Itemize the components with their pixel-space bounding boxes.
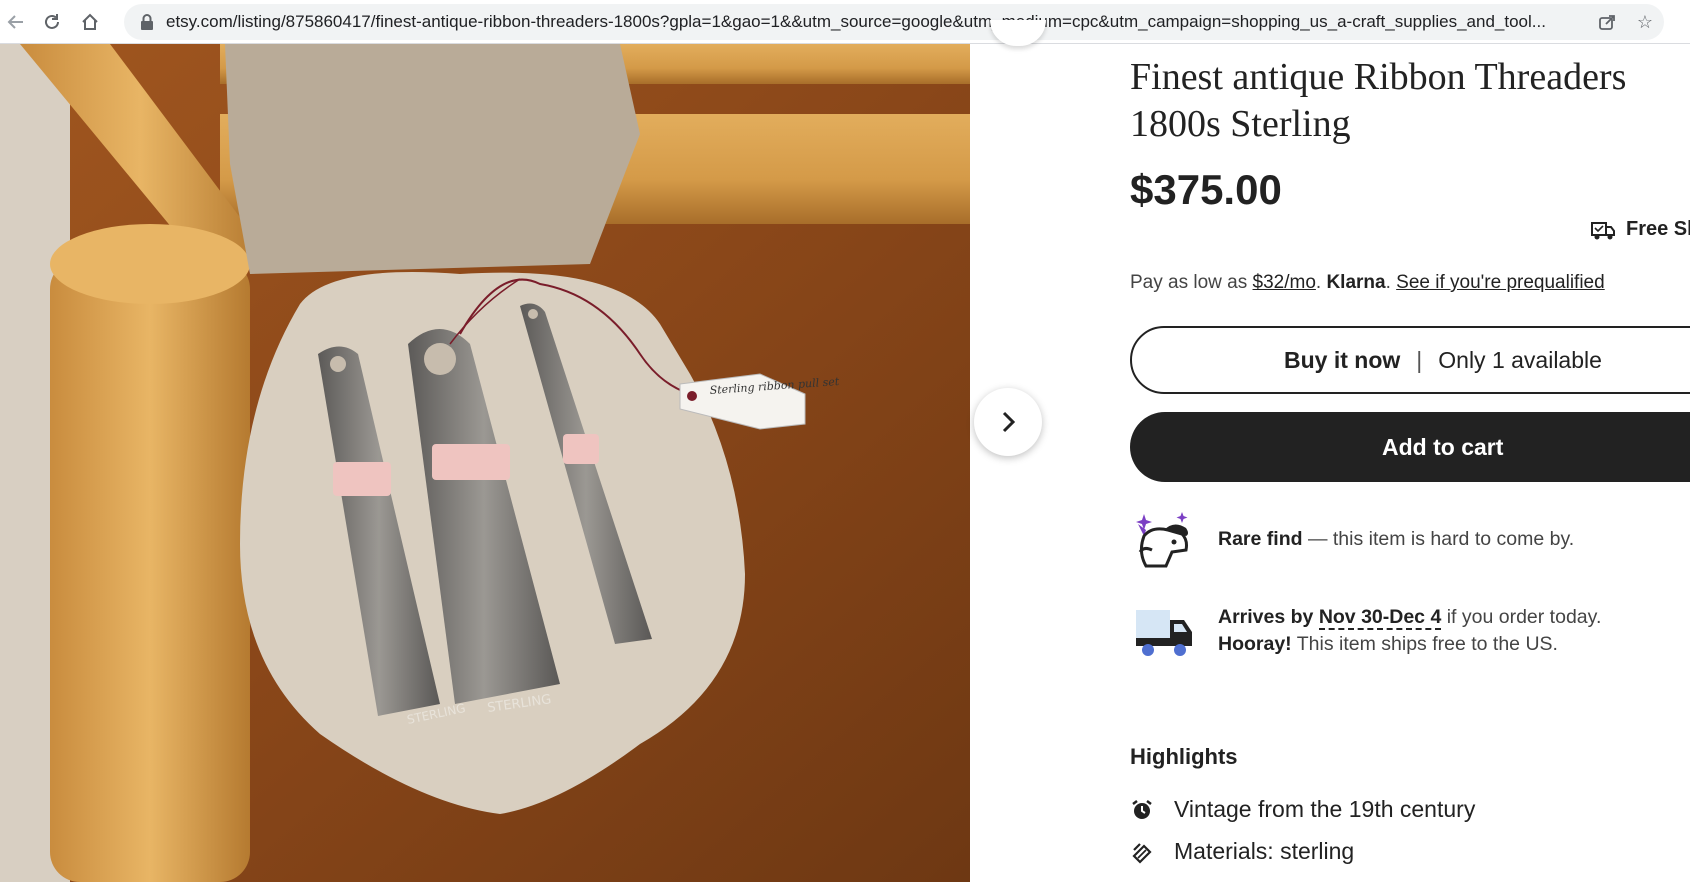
browser-toolbar: etsy.com/listing/875860417/finest-antiqu…: [0, 0, 1690, 44]
share-icon[interactable]: [1596, 11, 1618, 33]
rare-find-label: Rare find: [1218, 528, 1303, 550]
rare-find-notice: Rare find — this item is hard to come by…: [1130, 508, 1574, 572]
free-shipping-badge: Free Sh: [1590, 218, 1690, 241]
clock-icon: [1132, 799, 1152, 819]
unicorn-icon: [1136, 512, 1188, 568]
listing-price: $375.00: [1130, 166, 1282, 213]
url-text[interactable]: etsy.com/listing/875860417/finest-antiqu…: [166, 4, 1606, 40]
chevron-right-icon: [1002, 411, 1016, 433]
materials-icon: [1132, 842, 1152, 864]
buy-it-now-button[interactable]: Buy it now | Only 1 available: [1130, 326, 1690, 394]
lock-icon[interactable]: [138, 13, 156, 31]
availability-text: Only 1 available: [1438, 346, 1602, 373]
klarna-brand: Klarna: [1326, 272, 1386, 293]
listing-title: Finest antique Ribbon Threaders 1800s St…: [1130, 56, 1627, 145]
highlights-heading: Highlights: [1130, 744, 1238, 769]
back-arrow-icon[interactable]: [2, 8, 30, 36]
shipping-truck-icon: [1136, 610, 1192, 656]
rare-find-text: — this item is hard to come by.: [1307, 528, 1575, 550]
delivery-truck-icon: [1591, 221, 1615, 239]
highlight-item: Vintage from the 19th century: [1130, 796, 1475, 823]
hooray-label: Hooray!: [1218, 633, 1292, 655]
next-image-button[interactable]: [974, 388, 1042, 456]
klarna-financing: Pay as low as $32/mo. Klarna. See if you…: [1130, 272, 1605, 293]
delivery-estimate: Arrives by Nov 30-Dec 4 if you order tod…: [1130, 602, 1601, 666]
ships-free-text: This item ships free to the US.: [1296, 633, 1558, 655]
add-to-cart-button[interactable]: Add to cart: [1130, 412, 1690, 482]
klarna-amount-link[interactable]: $32/mo: [1253, 272, 1316, 293]
arrives-label: Arrives by: [1218, 606, 1314, 628]
highlight-item: Materials: sterling: [1130, 838, 1354, 865]
product-photo: STERLING STERLING Sterling ribbon pull s…: [0, 44, 970, 882]
highlight-text: Materials: sterling: [1174, 838, 1355, 864]
prequalified-link[interactable]: See if you're prequalified: [1396, 272, 1605, 293]
delivery-suffix: if you order today.: [1446, 606, 1602, 628]
bookmark-star-icon[interactable]: ☆: [1634, 11, 1656, 33]
free-shipping-text: Free Sh: [1626, 218, 1690, 240]
klarna-prefix: Pay as low as: [1130, 272, 1248, 293]
buy-it-now-label: Buy it now: [1284, 346, 1401, 373]
address-bar[interactable]: etsy.com/listing/875860417/finest-antiqu…: [124, 4, 1664, 40]
home-icon[interactable]: [76, 8, 104, 36]
reload-icon[interactable]: [38, 8, 66, 36]
delivery-dates[interactable]: Nov 30-Dec 4: [1318, 606, 1442, 630]
highlight-text: Vintage from the 19th century: [1174, 796, 1476, 822]
